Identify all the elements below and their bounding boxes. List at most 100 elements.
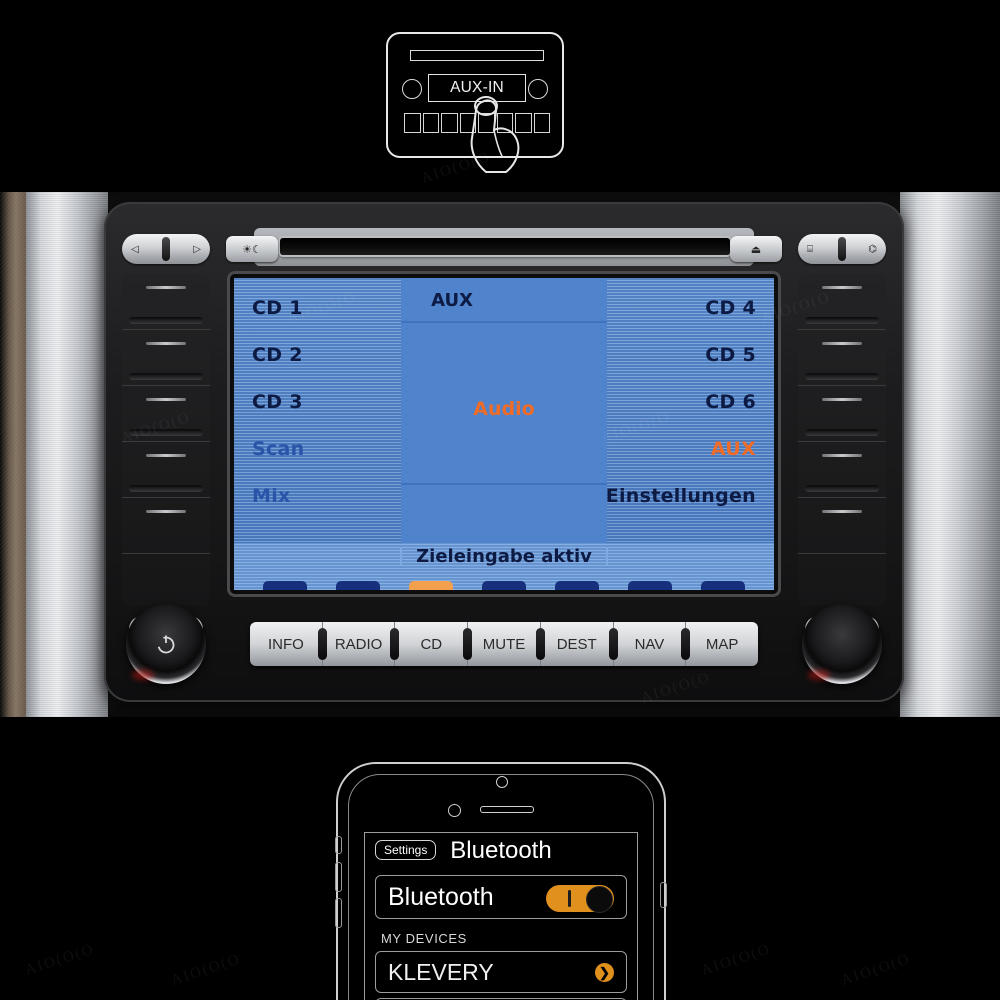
button-gap <box>463 628 473 660</box>
bluetooth-toggle-row[interactable]: Bluetooth <box>375 875 627 919</box>
mute-button[interactable]: MUTE <box>468 622 545 666</box>
phone-screen: Settings Bluetooth Bluetooth MY DEVICES … <box>364 832 638 1000</box>
power-volume-knob[interactable] <box>126 604 206 684</box>
right-soft-key-5[interactable] <box>798 498 886 554</box>
key-ridge <box>129 373 203 380</box>
phone-volume-down-button[interactable] <box>335 898 342 928</box>
map-button[interactable]: MAP <box>686 622 758 666</box>
dashboard-silver-trim-left <box>26 192 108 717</box>
bluetooth-row-label: Bluetooth <box>388 882 494 911</box>
info-button[interactable]: INFO <box>250 622 327 666</box>
left-soft-key-1[interactable] <box>122 274 210 330</box>
screenshot-root: AUX-IN ◁ ▷ ⌸ ⌬ ☀☾ ⏏ AUX Audio CD 1 CD 2 … <box>0 0 1000 1000</box>
left-soft-key-3[interactable] <box>122 386 210 442</box>
key-ridge <box>129 485 203 492</box>
menu-item-cd2[interactable]: CD 2 <box>252 332 305 379</box>
tab-indicator-1[interactable] <box>262 581 307 590</box>
phone-power-button[interactable] <box>660 882 667 908</box>
phone-bluetooth-panel: Settings Bluetooth Bluetooth MY DEVICES … <box>0 717 1000 1000</box>
tab-indicator-6[interactable] <box>628 581 673 590</box>
key-ridge <box>805 485 879 492</box>
left-soft-key-5[interactable] <box>122 498 210 554</box>
dest-button-label: DEST <box>556 635 597 653</box>
button-gap <box>681 628 691 660</box>
aux-cd-slot-outline <box>410 50 544 61</box>
bluetooth-toggle-switch[interactable] <box>546 885 614 913</box>
right-soft-key-3[interactable] <box>798 386 886 442</box>
status-bar: Zieleingabe aktiv <box>234 546 774 567</box>
key-ridge <box>129 429 203 436</box>
left-soft-key-2[interactable] <box>122 330 210 386</box>
dashboard-silver-trim-right <box>900 192 1000 717</box>
seek-rocker-left[interactable]: ◁ ▷ <box>122 234 210 264</box>
key-tick <box>146 398 186 401</box>
radio-button[interactable]: RADIO <box>322 622 400 666</box>
phone-silent-switch[interactable] <box>335 836 342 854</box>
seek-prev-icon: ◁ <box>131 243 139 255</box>
dashboard-trim-leather <box>0 192 26 717</box>
screen-tab-indicators <box>234 579 774 590</box>
key-tick <box>146 286 186 289</box>
cd-button-label: CD <box>420 635 443 653</box>
menu-item-aux[interactable]: AUX <box>606 426 756 473</box>
menu-item-cd1[interactable]: CD 1 <box>252 285 305 332</box>
status-text: Zieleingabe aktiv <box>416 546 592 567</box>
phone-page-title: Bluetooth <box>450 837 552 864</box>
source-title: AUX <box>431 290 473 311</box>
map-button-label: MAP <box>705 635 739 653</box>
key-tick <box>146 342 186 345</box>
aux-left-knob-icon <box>402 79 422 99</box>
cd-button[interactable]: CD <box>395 622 473 666</box>
right-soft-key-1[interactable] <box>798 274 886 330</box>
status-separator-left <box>400 547 403 565</box>
tab-indicator-4[interactable] <box>481 581 526 590</box>
key-tick <box>146 510 186 513</box>
display-dim-button[interactable]: ☀☾ <box>226 236 278 262</box>
info-button-label: INFO <box>267 635 304 653</box>
dest-button[interactable]: DEST <box>540 622 618 666</box>
tab-indicator-3-active[interactable] <box>408 581 453 590</box>
car-icon: ⌬ <box>868 243 877 255</box>
radio-button-label: RADIO <box>334 635 383 653</box>
menu-item-cd4[interactable]: CD 4 <box>606 285 756 332</box>
tab-indicator-2[interactable] <box>335 581 380 590</box>
menu-item-mix[interactable]: Mix <box>252 473 305 520</box>
map-flag-icon: ⌸ <box>807 243 813 255</box>
nav-button[interactable]: NAV <box>613 622 691 666</box>
phone-outline: Settings Bluetooth Bluetooth MY DEVICES … <box>335 762 667 1000</box>
device-list-item-klevery[interactable]: KLEVERY ❯ <box>375 951 627 993</box>
key-tick <box>146 454 186 457</box>
map-rocker-right[interactable]: ⌸ ⌬ <box>798 234 886 264</box>
right-soft-key-2[interactable] <box>798 330 886 386</box>
phone-volume-up-button[interactable] <box>335 862 342 892</box>
key-ridge <box>805 373 879 380</box>
display-bezel: AUX Audio CD 1 CD 2 CD 3 Scan Mix CD 4 C… <box>230 274 778 594</box>
menu-tune-knob[interactable] <box>802 604 882 684</box>
function-button-row: INFO RADIO CD MUTE DEST NAV MAP <box>250 622 758 666</box>
tab-indicator-5[interactable] <box>555 581 600 590</box>
left-soft-key-4[interactable] <box>122 442 210 498</box>
menu-item-cd5[interactable]: CD 5 <box>606 332 756 379</box>
nav-button-label: NAV <box>634 635 665 653</box>
mute-button-label: MUTE <box>482 635 526 653</box>
phone-earpiece-icon <box>480 806 534 813</box>
audio-mode-label: Audio <box>473 398 535 420</box>
key-tick <box>822 510 862 513</box>
right-soft-key-4[interactable] <box>798 442 886 498</box>
power-icon <box>157 635 175 654</box>
aux-in-illustration-panel: AUX-IN <box>0 0 1000 192</box>
phone-nav-bar: Settings Bluetooth <box>365 833 637 869</box>
menu-item-einstellungen[interactable]: Einstellungen <box>606 473 756 520</box>
chevron-right-icon[interactable]: ❯ <box>595 963 614 982</box>
eject-button[interactable]: ⏏ <box>730 236 782 262</box>
button-gap <box>390 628 400 660</box>
key-tick <box>822 454 862 457</box>
right-key-column <box>798 274 886 606</box>
key-ridge <box>805 429 879 436</box>
device-name-label: KLEVERY <box>388 958 494 985</box>
menu-item-scan[interactable]: Scan <box>252 426 305 473</box>
toggle-on-tick <box>568 890 571 907</box>
tab-indicator-7[interactable] <box>701 581 746 590</box>
center-divider-top <box>401 321 607 323</box>
navigation-display[interactable]: AUX Audio CD 1 CD 2 CD 3 Scan Mix CD 4 C… <box>234 278 774 590</box>
